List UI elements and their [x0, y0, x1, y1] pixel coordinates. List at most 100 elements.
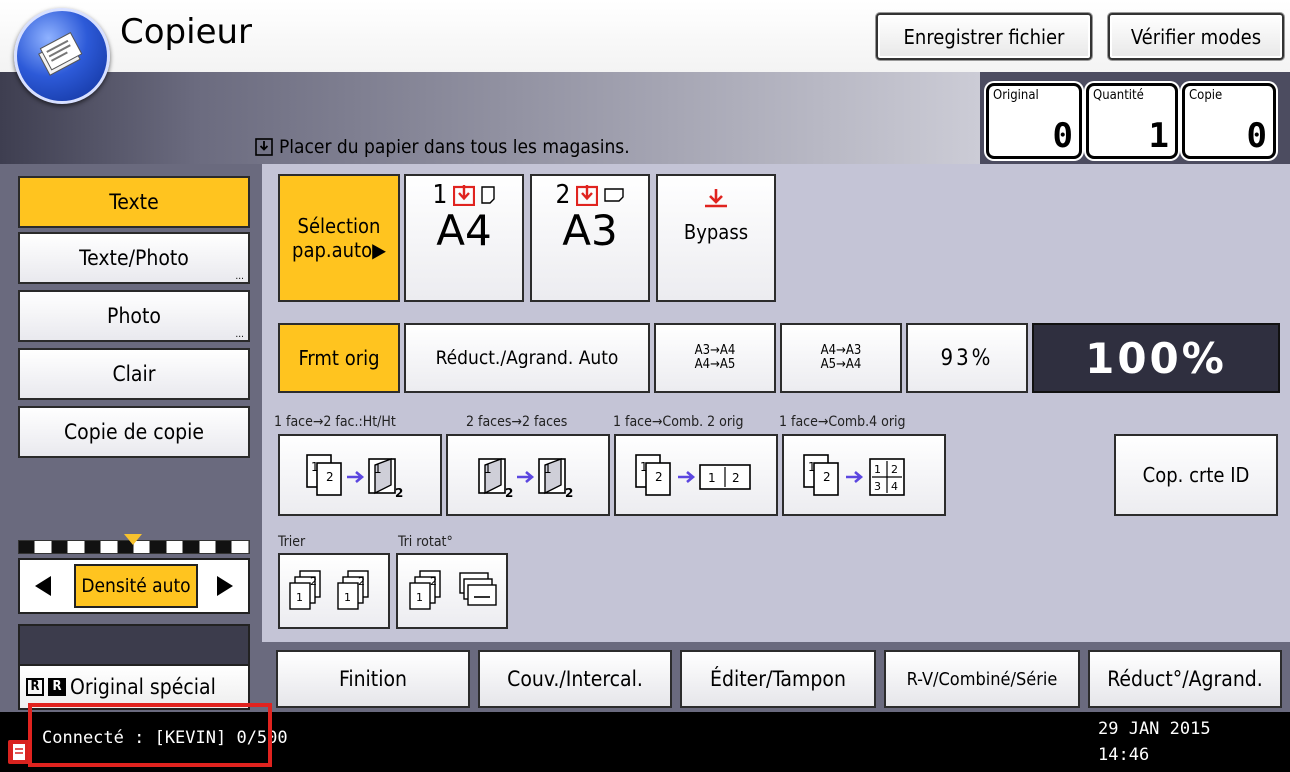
- auto-density-button[interactable]: Densité auto: [74, 564, 198, 608]
- special-original-icon-inverted: R: [48, 678, 66, 696]
- svg-text:1: 1: [808, 460, 816, 474]
- combine-2-originals-button[interactable]: 1 2 1 2: [614, 434, 778, 516]
- rotate-sort-icon: 1 2: [409, 570, 497, 610]
- svg-text:1: 1: [640, 460, 648, 474]
- counter-quantity-label: Quantité: [1093, 88, 1144, 103]
- svg-text:1: 1: [416, 591, 423, 604]
- original-type-photo-label: Photo: [107, 304, 161, 328]
- tab-covers-inserts[interactable]: Couv./Intercal.: [478, 650, 672, 708]
- rotate-sort-button[interactable]: 1 2: [396, 553, 508, 629]
- rotate-sort-label: Tri rotat°: [398, 534, 453, 550]
- svg-text:2: 2: [505, 486, 513, 500]
- duplex-label-3: 1 face→Comb. 2 orig: [613, 414, 744, 430]
- paper-tray-icon: [255, 138, 273, 156]
- svg-text:2: 2: [430, 575, 437, 588]
- svg-text:2: 2: [732, 471, 740, 485]
- original-type-text-photo[interactable]: Texte/Photo ...: [18, 232, 250, 284]
- current-ratio-display: 100%: [1032, 323, 1280, 393]
- counter-original-value: 0: [1052, 116, 1073, 156]
- original-type-text-label: Texte: [109, 190, 159, 214]
- svg-text:1: 1: [311, 460, 319, 474]
- id-card-copy-button[interactable]: Cop. crte ID: [1114, 434, 1278, 516]
- svg-text:2: 2: [326, 470, 334, 484]
- app-title: Copieur: [120, 12, 253, 52]
- original-type-copy-of-copy[interactable]: Copie de copie: [18, 406, 250, 458]
- svg-text:2: 2: [310, 575, 317, 588]
- duplex-2to2-button[interactable]: 1 2 1 2: [446, 434, 610, 516]
- original-type-light[interactable]: Clair: [18, 348, 250, 400]
- sort-label: Trier: [278, 534, 306, 550]
- status-time: 14:46: [1098, 745, 1150, 765]
- svg-text:2: 2: [358, 575, 365, 588]
- copier-app-icon: [14, 8, 110, 104]
- tray-1-button[interactable]: 1 A4: [404, 174, 524, 302]
- svg-text:2: 2: [395, 486, 403, 500]
- auto-paper-select-button[interactable]: Sélection pap.auto▶: [278, 174, 400, 302]
- tray-1-size: A4: [436, 206, 492, 255]
- preset-ratio-93-button[interactable]: 93%: [906, 323, 1028, 393]
- original-type-copy-of-copy-label: Copie de copie: [63, 420, 205, 444]
- svg-text:1: 1: [484, 462, 492, 476]
- more-options-dots: ...: [235, 329, 244, 340]
- tab-finishing[interactable]: Finition: [276, 650, 470, 708]
- preset-ratio-a3-a4-button[interactable]: A3→A4 A4→A5: [654, 323, 776, 393]
- original-format-button[interactable]: Frmt orig: [278, 323, 400, 393]
- duplex-1to2-button[interactable]: 1 2 1 2: [278, 434, 442, 516]
- original-type-photo[interactable]: Photo ...: [18, 290, 250, 342]
- svg-text:1: 1: [544, 462, 552, 476]
- special-original-icon: R: [26, 678, 44, 696]
- tab-duplex-combine-series[interactable]: R-V/Combiné/Série: [884, 650, 1080, 708]
- status-date: 29 JAN 2015: [1098, 719, 1211, 739]
- original-type-text-photo-label: Texte/Photo: [79, 246, 189, 270]
- bypass-tray-button[interactable]: Bypass: [656, 174, 776, 302]
- tray-2-button[interactable]: 2 A3: [530, 174, 650, 302]
- one-to-two-sided-icon: 1 2 1 2: [306, 454, 403, 500]
- original-type-text[interactable]: Texte: [18, 176, 250, 228]
- auto-paper-label-line2: pap.auto▶: [292, 238, 386, 262]
- svg-text:2: 2: [655, 470, 663, 484]
- combine-4-originals-button[interactable]: 1 2 1 2 3 4: [782, 434, 946, 516]
- tab-reduce-enlarge[interactable]: Réduct°/Agrand.: [1088, 650, 1282, 708]
- counter-quantity: Quantité 1: [1086, 83, 1178, 159]
- density-lighter-button[interactable]: [24, 564, 62, 608]
- preset-ratio-a4-a3-button[interactable]: A4→A3 A5→A4: [780, 323, 902, 393]
- two-to-two-sided-icon: 1 2 1 2: [478, 457, 573, 500]
- counter-copies: Copie 0: [1182, 83, 1276, 159]
- arrow-right-icon: [217, 576, 233, 596]
- sort-button[interactable]: 1 2 1 2: [278, 553, 390, 629]
- original-type-light-label: Clair: [112, 362, 156, 386]
- paper-tray-icon: [453, 185, 476, 206]
- combine-four-icon: 1 2 1 2 3 4: [803, 454, 905, 496]
- save-file-button[interactable]: Enregistrer fichier: [876, 13, 1092, 60]
- density-darker-button[interactable]: [206, 564, 244, 608]
- bypass-tray-icon: [705, 189, 727, 208]
- auto-paper-label-line1: Sélection: [297, 214, 381, 238]
- document-status-icon: [8, 740, 30, 764]
- counter-copies-value: 0: [1246, 116, 1267, 156]
- duplex-label-1: 1 face→2 fac.:Ht/Ht: [274, 414, 396, 430]
- tray-2-size: A3: [562, 206, 618, 255]
- bypass-label: Bypass: [683, 220, 749, 244]
- highlight-frame: [28, 703, 272, 767]
- combine-two-icon: 1 2 1 2: [635, 454, 751, 496]
- preset-ratio-2-line2: A5→A4: [820, 357, 862, 372]
- status-message-text: Placer du papier dans tous les magasins.: [279, 136, 630, 158]
- counter-quantity-value: 1: [1148, 116, 1169, 156]
- duplex-label-4: 1 face→Comb.4 orig: [779, 414, 906, 430]
- svg-text:2: 2: [823, 470, 831, 484]
- svg-text:2: 2: [565, 486, 573, 500]
- landscape-paper-icon: [604, 188, 625, 202]
- sort-icon: 1 2 1 2: [289, 570, 369, 610]
- check-modes-button[interactable]: Vérifier modes: [1108, 13, 1284, 60]
- svg-text:4: 4: [891, 480, 898, 493]
- duplex-label-2: 2 faces→2 faces: [466, 414, 568, 430]
- svg-text:3: 3: [874, 480, 881, 493]
- portrait-paper-icon: [481, 186, 496, 204]
- counter-copies-label: Copie: [1189, 88, 1223, 103]
- preset-ratio-1-line2: A4→A5: [694, 357, 736, 372]
- tab-edit-stamp[interactable]: Éditer/Tampon: [680, 650, 876, 708]
- status-message: Placer du papier dans tous les magasins.: [255, 136, 630, 158]
- svg-text:1: 1: [344, 591, 351, 604]
- auto-reduce-enlarge-button[interactable]: Réduct./Agrand. Auto: [404, 323, 650, 393]
- preset-ratio-2-line1: A4→A3: [820, 343, 862, 358]
